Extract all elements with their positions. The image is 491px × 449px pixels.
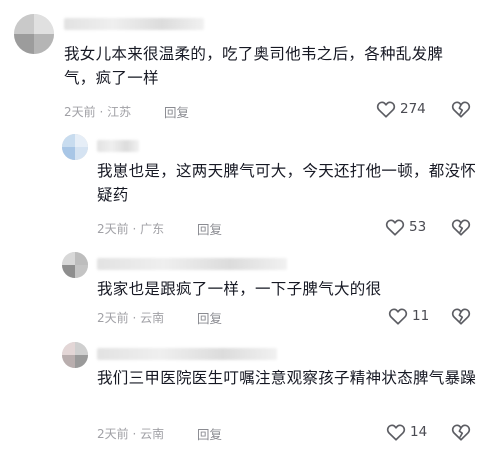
comment-text: 我女儿本来很温柔的，吃了奥司他韦之后，各种乱发脾气，疯了一样 <box>64 45 444 87</box>
broken-heart-icon <box>451 308 471 329</box>
heart-outline-icon <box>388 307 408 325</box>
like-button[interactable]: 14 <box>386 423 427 441</box>
broken-heart-icon <box>451 424 471 445</box>
comment-text: 我家也是跟疯了一样，一下子脾气大的很 <box>97 280 382 298</box>
dislike-button[interactable] <box>451 100 471 122</box>
reply-button[interactable]: 回复 <box>164 102 189 121</box>
dislike-button[interactable] <box>451 423 471 445</box>
reply-button[interactable]: 回复 <box>197 219 222 238</box>
username-blurred[interactable] <box>64 18 204 30</box>
broken-heart-icon <box>451 101 471 122</box>
like-button[interactable]: 274 <box>376 100 426 118</box>
like-count: 274 <box>400 101 426 117</box>
comment-meta: 2天前 · 云南 <box>97 311 165 325</box>
heart-outline-icon <box>386 423 406 441</box>
dislike-button[interactable] <box>451 218 471 240</box>
comment-meta: 2天前 · 广东 <box>97 222 165 236</box>
comment-meta: 2天前 · 云南 <box>97 427 165 441</box>
reply-button[interactable]: 回复 <box>197 308 222 327</box>
comment-item: 我女儿本来很温柔的，吃了奥司他韦之后，各种乱发脾气，疯了一样 2天前 · 江苏 … <box>0 0 491 125</box>
dislike-button[interactable] <box>451 307 471 329</box>
reply-item: 我们三甲医院医生叮嘱注意观察孩子精神状态脾气暴躁 2天前 · 云南 回复 14 <box>0 336 491 449</box>
comment-text: 我们三甲医院医生叮嘱注意观察孩子精神状态脾气暴躁 <box>97 369 477 387</box>
like-button[interactable]: 11 <box>388 307 429 325</box>
avatar[interactable] <box>62 342 88 368</box>
like-button[interactable]: 53 <box>385 218 426 236</box>
broken-heart-icon <box>451 219 471 240</box>
comment-text: 我崽也是，这两天脾气可大，今天还打他一顿，都没怀疑药 <box>97 162 477 204</box>
username-blurred[interactable] <box>97 140 139 152</box>
like-count: 53 <box>409 219 427 235</box>
like-count: 11 <box>412 308 430 324</box>
heart-outline-icon <box>385 218 405 236</box>
comment-meta: 2天前 · 江苏 <box>64 105 132 119</box>
username-blurred[interactable] <box>97 348 277 360</box>
username-blurred[interactable] <box>97 258 287 270</box>
like-count: 14 <box>410 424 428 440</box>
reply-item: 我崽也是，这两天脾气可大，今天还打他一顿，都没怀疑药 2天前 · 广东 回复 5… <box>0 126 491 246</box>
reply-button[interactable]: 回复 <box>197 424 222 443</box>
avatar[interactable] <box>62 252 88 278</box>
avatar[interactable] <box>62 134 88 160</box>
avatar[interactable] <box>14 14 54 54</box>
reply-item: 我家也是跟疯了一样，一下子脾气大的很 2天前 · 云南 回复 11 <box>0 246 491 336</box>
heart-outline-icon <box>376 100 396 118</box>
